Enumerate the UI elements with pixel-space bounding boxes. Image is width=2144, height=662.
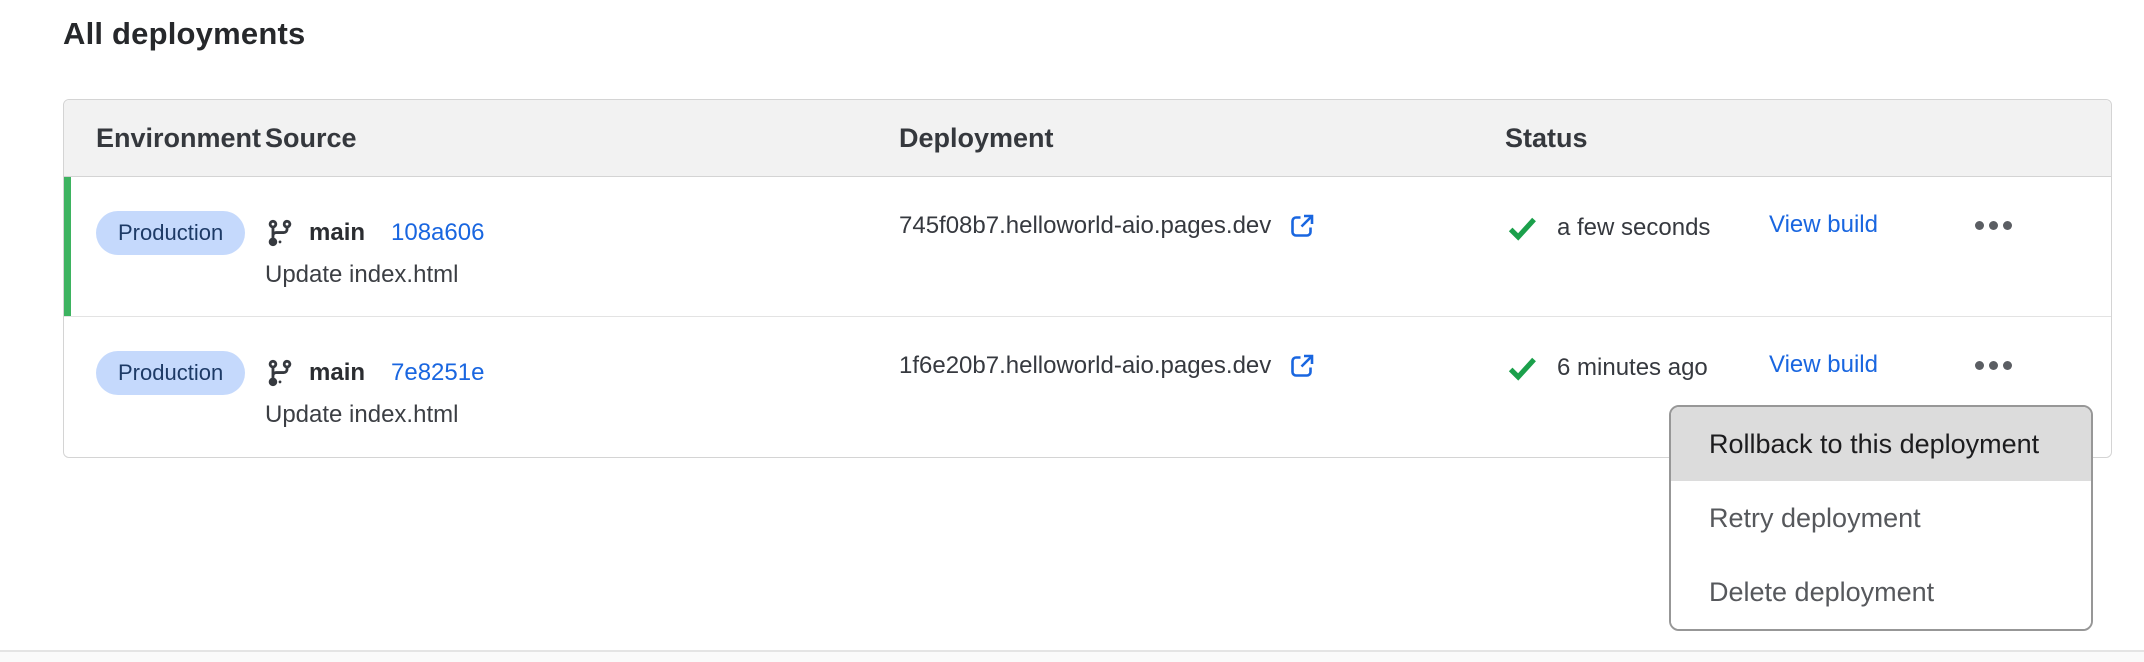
current-deployment-indicator — [64, 177, 71, 316]
status-time: a few seconds — [1557, 214, 1710, 242]
column-header-spacer — [1969, 100, 2081, 176]
commit-link[interactable]: 108a606 — [391, 219, 484, 247]
external-link-icon[interactable] — [1287, 211, 1317, 241]
environment-badge: Production — [96, 211, 245, 255]
row-actions-ellipsis-button[interactable] — [1969, 211, 2018, 240]
column-header-source: Source — [265, 100, 899, 176]
column-header-status: Status — [1505, 100, 1769, 176]
success-check-icon — [1505, 211, 1539, 245]
page-title: All deployments — [63, 16, 305, 52]
branch-name: main — [309, 219, 365, 247]
success-check-icon — [1505, 351, 1539, 385]
deployment-row: Production main 108a606 Update index.htm… — [64, 177, 2111, 317]
menu-item-rollback[interactable]: Rollback to this deployment — [1671, 407, 2091, 481]
menu-item-delete[interactable]: Delete deployment — [1671, 555, 2091, 629]
git-branch-icon — [265, 218, 295, 248]
environment-badge: Production — [96, 351, 245, 395]
column-header-spacer — [1769, 100, 1969, 176]
deployment-url: 1f6e20b7.helloworld-aio.pages.dev — [899, 352, 1271, 380]
commit-link[interactable]: 7e8251e — [391, 359, 484, 387]
commit-message: Update index.html — [265, 259, 899, 291]
deployment-url: 745f08b7.helloworld-aio.pages.dev — [899, 212, 1271, 240]
view-build-link[interactable]: View build — [1769, 351, 1878, 379]
view-build-link[interactable]: View build — [1769, 211, 1878, 239]
table-header: Environment Source Deployment Status — [64, 100, 2111, 177]
row-actions-ellipsis-button[interactable] — [1969, 351, 2018, 380]
menu-item-retry[interactable]: Retry deployment — [1671, 481, 2091, 555]
external-link-icon[interactable] — [1287, 351, 1317, 381]
column-header-environment: Environment — [64, 100, 265, 176]
section-divider — [0, 650, 2144, 662]
status-time: 6 minutes ago — [1557, 354, 1708, 382]
deployment-actions-menu: Rollback to this deployment Retry deploy… — [1669, 405, 2093, 631]
column-header-deployment: Deployment — [899, 100, 1505, 176]
commit-message: Update index.html — [265, 399, 899, 431]
git-branch-icon — [265, 358, 295, 388]
branch-name: main — [309, 359, 365, 387]
